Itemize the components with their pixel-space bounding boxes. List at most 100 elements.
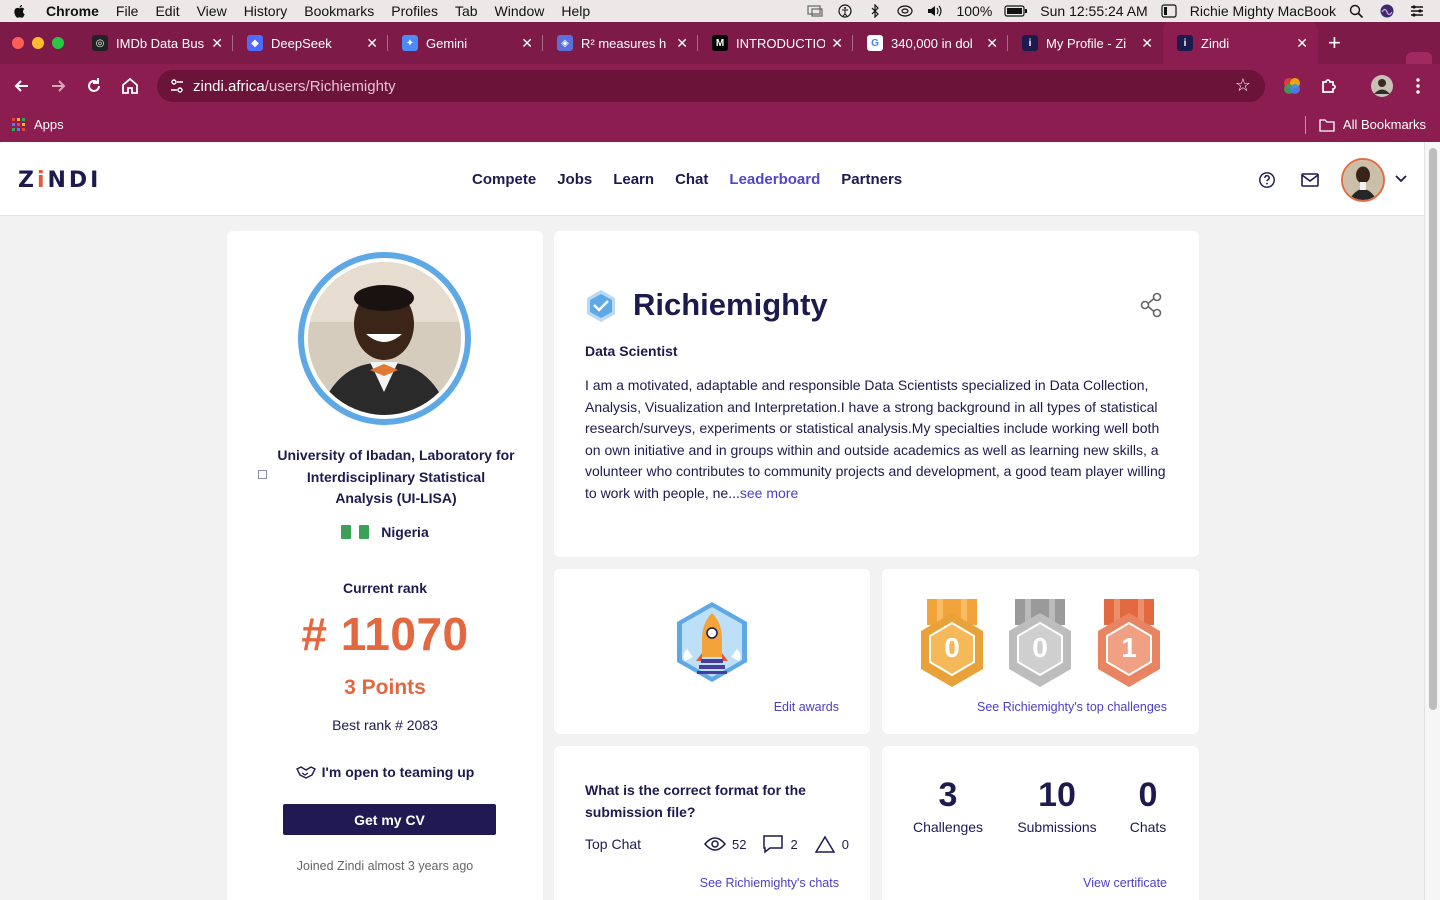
current-rank-label: Current rank — [342, 580, 428, 596]
screen-mirror-icon[interactable] — [806, 4, 824, 18]
view-certificate-link[interactable]: View certificate — [1083, 876, 1167, 890]
accessibility-icon[interactable] — [836, 4, 854, 18]
macos-menubar: Chrome File Edit View History Bookmarks … — [0, 0, 1440, 22]
close-window-button[interactable] — [12, 37, 24, 49]
nav-chat[interactable]: Chat — [675, 171, 708, 188]
top-challenges-link[interactable]: See Richiemighty's top challenges — [977, 700, 1167, 714]
extensions-puzzle-icon[interactable] — [1319, 76, 1339, 96]
nav-learn[interactable]: Learn — [613, 171, 654, 188]
logo-z: Z — [18, 168, 37, 193]
menu-bookmarks[interactable]: Bookmarks — [304, 3, 374, 19]
tab-close-icon[interactable]: ✕ — [1296, 35, 1308, 52]
color-extension-icon[interactable] — [1282, 76, 1302, 96]
menu-window[interactable]: Window — [495, 3, 545, 19]
tab-favicon-icon: G — [867, 35, 883, 51]
menu-file[interactable]: File — [116, 3, 139, 19]
machine-name[interactable]: Richie Mighty MacBook — [1190, 3, 1336, 19]
tab-title: Gemini — [426, 35, 468, 51]
tab-close-icon[interactable]: ✕ — [831, 35, 843, 52]
chevron-down-icon[interactable] — [1394, 171, 1408, 185]
menu-help[interactable]: Help — [561, 3, 590, 19]
menu-profiles[interactable]: Profiles — [391, 3, 438, 19]
zindi-logo[interactable]: ZiNDI — [18, 168, 101, 193]
browser-tab[interactable]: ◈ R² measures h ✕ — [543, 22, 698, 64]
chat-question-link[interactable]: What is the correct format for the submi… — [585, 780, 845, 823]
nav-leaderboard[interactable]: Leaderboard — [729, 171, 820, 188]
awards-card: Edit awards — [554, 569, 870, 734]
tab-close-icon[interactable]: ✕ — [1141, 35, 1153, 52]
calendar-widget-icon[interactable] — [1160, 4, 1178, 18]
browser-tab[interactable]: ✦ Gemini ✕ — [388, 22, 543, 64]
minimize-window-button[interactable] — [32, 37, 44, 49]
zoom-window-button[interactable] — [52, 37, 64, 49]
tab-close-icon[interactable]: ✕ — [676, 35, 688, 52]
new-tab-button[interactable]: + — [1328, 30, 1341, 56]
menu-history[interactable]: History — [244, 3, 288, 19]
tab-close-icon[interactable]: ✕ — [521, 35, 533, 52]
rocket-badge-icon — [677, 602, 747, 682]
menu-view[interactable]: View — [197, 3, 227, 19]
vpn-icon[interactable] — [896, 4, 914, 18]
tab-close-icon[interactable]: ✕ — [366, 35, 378, 52]
tab-favicon-icon: ✦ — [402, 35, 418, 51]
bookmarks-bar: Apps All Bookmarks — [0, 108, 1440, 142]
siri-icon[interactable] — [1378, 4, 1396, 18]
home-icon[interactable] — [120, 76, 140, 96]
address-bar[interactable]: zindi.africa/users/Richiemighty ☆ — [157, 70, 1265, 102]
chrome-menu-icon[interactable] — [1408, 76, 1428, 96]
browser-tab[interactable]: M INTRODUCTIO ✕ — [698, 22, 853, 64]
user-avatar[interactable] — [1341, 158, 1385, 202]
share-icon[interactable] — [1139, 292, 1163, 318]
gold-count: 0 — [944, 632, 960, 663]
menu-edit[interactable]: Edit — [155, 3, 179, 19]
tab-favicon-icon: ◆ — [247, 35, 263, 51]
tab-favicon-icon: M — [712, 35, 728, 51]
browser-tab[interactable]: i My Profile - Zi ✕ — [1008, 22, 1163, 64]
forward-arrow-icon[interactable] — [48, 76, 68, 96]
mail-icon[interactable] — [1300, 171, 1320, 189]
spotlight-search-icon[interactable] — [1348, 4, 1366, 18]
nav-partners[interactable]: Partners — [841, 171, 902, 188]
apple-icon[interactable] — [12, 3, 28, 19]
get-cv-button[interactable]: Get my CV — [283, 804, 496, 835]
tab-close-icon[interactable]: ✕ — [986, 35, 998, 52]
window-controls — [12, 37, 64, 49]
menubar-status-area: 100% Sun 12:55:24 AM Richie Mighty MacBo… — [806, 0, 1426, 22]
browser-tab[interactable]: ◆ DeepSeek ✕ — [233, 22, 388, 64]
profile-avatar-icon[interactable] — [1371, 75, 1393, 97]
page-scrollbar[interactable] — [1424, 142, 1440, 900]
zindi-header: ZiNDI Compete Jobs Learn Chat Leaderboar… — [0, 142, 1424, 216]
apps-shortcut[interactable]: Apps — [12, 117, 64, 132]
see-more-link[interactable]: see more — [740, 485, 798, 501]
nav-compete[interactable]: Compete — [472, 171, 536, 188]
browser-tab[interactable]: ◎ IMDb Data Bus ✕ — [78, 22, 233, 64]
menu-tab[interactable]: Tab — [455, 3, 478, 19]
university-name: University of Ibadan, Laboratory for Int… — [277, 447, 515, 506]
bluetooth-icon[interactable] — [866, 4, 884, 18]
reload-icon[interactable] — [84, 76, 104, 96]
bookmark-star-icon[interactable]: ☆ — [1235, 75, 1251, 96]
tab-title: My Profile - Zi — [1046, 35, 1127, 51]
rank-tier-icon — [587, 290, 615, 322]
tab-close-icon[interactable]: ✕ — [211, 35, 223, 52]
see-chats-link[interactable]: See Richiemighty's chats — [700, 876, 839, 890]
gold-medal: 0 — [917, 599, 987, 687]
edit-awards-link[interactable]: Edit awards — [774, 700, 839, 714]
nav-jobs[interactable]: Jobs — [557, 171, 592, 188]
site-info-icon[interactable] — [169, 78, 185, 94]
all-bookmarks-button[interactable]: All Bookmarks — [1319, 117, 1426, 132]
browser-tab[interactable]: G 340,000 in dol ✕ — [853, 22, 1008, 64]
browser-tab[interactable]: i Zindi ✕ — [1163, 22, 1318, 64]
comment-count: 2 — [790, 836, 798, 852]
menu-app-name[interactable]: Chrome — [46, 3, 99, 19]
battery-percent: 100% — [956, 3, 993, 19]
scrollbar-thumb[interactable] — [1429, 148, 1437, 710]
control-center-icon[interactable] — [1408, 4, 1426, 18]
user-avatar-photo — [1343, 160, 1383, 200]
help-icon[interactable] — [1257, 171, 1277, 189]
volume-icon[interactable] — [926, 4, 944, 18]
menubar-clock[interactable]: Sun 12:55:24 AM — [1040, 3, 1147, 19]
vote-count: 0 — [841, 836, 849, 852]
battery-icon[interactable] — [1004, 4, 1028, 18]
back-arrow-icon[interactable] — [12, 76, 32, 96]
